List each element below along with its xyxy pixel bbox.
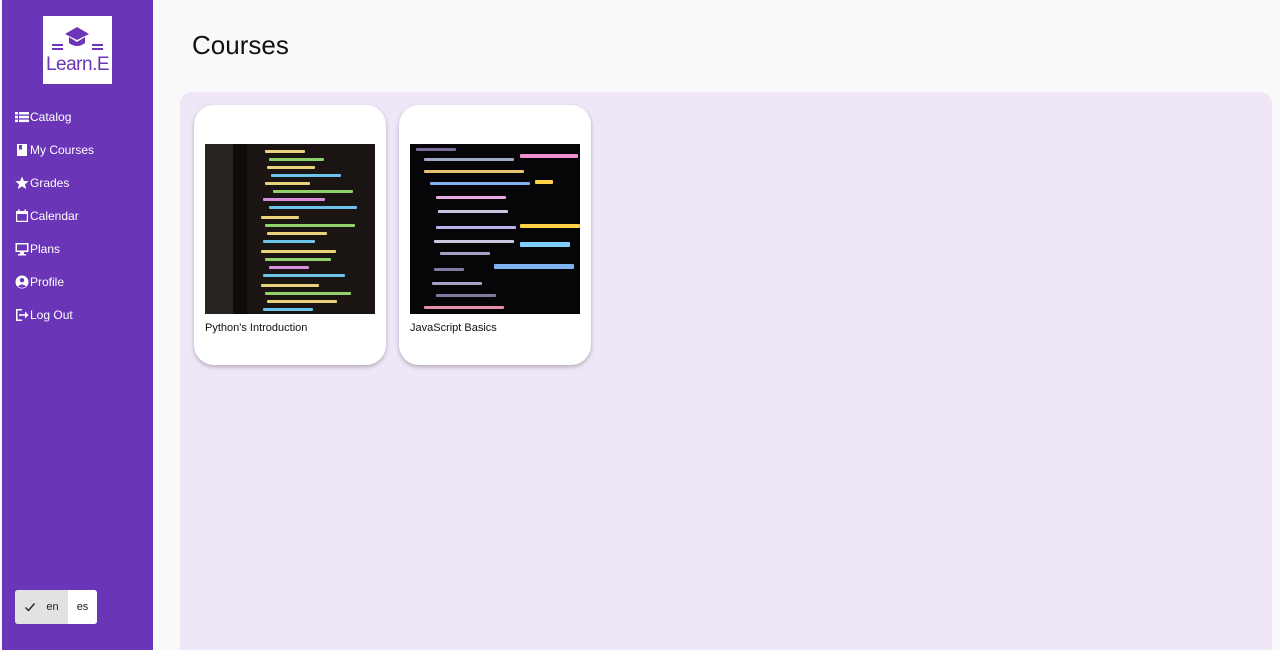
language-option-es[interactable]: es: [68, 590, 97, 624]
logout-icon: [14, 307, 29, 322]
sidebar-item-label: Grades: [30, 175, 70, 190]
language-option-en[interactable]: en: [15, 590, 68, 624]
sidebar-item-profile[interactable]: Profile: [14, 265, 149, 298]
sidebar-item-log-out[interactable]: Log Out: [14, 298, 149, 331]
language-toggle: en es: [15, 590, 97, 624]
monitor-icon: [14, 241, 29, 256]
sidebar-item-catalog[interactable]: Catalog: [14, 100, 149, 133]
book-icon: [14, 142, 29, 157]
course-card[interactable]: JavaScript Basics: [399, 105, 591, 365]
sidebar-item-calendar[interactable]: Calendar: [14, 199, 149, 232]
language-label-en: en: [46, 601, 59, 613]
logo-text: Learn.E: [45, 54, 110, 75]
sidebar-item-label: Catalog: [30, 109, 72, 124]
user-circle-icon: [14, 274, 29, 289]
course-title: JavaScript Basics: [410, 322, 497, 334]
sidebar: Learn.E Catalog My Courses Grades Calend…: [2, 0, 153, 650]
sidebar-item-plans[interactable]: Plans: [14, 232, 149, 265]
sidebar-nav: Catalog My Courses Grades Calendar Plans: [14, 100, 149, 331]
course-card[interactable]: Python's Introduction: [194, 105, 386, 365]
sidebar-item-grades[interactable]: Grades: [14, 166, 149, 199]
sidebar-item-label: My Courses: [30, 142, 95, 157]
course-grid: Python's Introduction JavaScript Basics: [180, 92, 1272, 650]
graduation-cap-icon: [52, 27, 103, 50]
sidebar-item-label: Calendar: [30, 208, 79, 223]
sidebar-item-label: Profile: [30, 274, 65, 289]
logo[interactable]: Learn.E: [43, 16, 112, 84]
sidebar-item-my-courses[interactable]: My Courses: [14, 133, 149, 166]
sidebar-item-label: Log Out: [30, 307, 73, 322]
star-icon: [14, 175, 29, 190]
javascript-code-image: [410, 144, 580, 314]
check-icon: [25, 603, 36, 612]
python-code-image: [205, 144, 375, 314]
list-icon: [14, 109, 29, 124]
course-title: Python's Introduction: [205, 322, 308, 334]
sidebar-item-label: Plans: [30, 241, 61, 256]
calendar-icon: [14, 208, 29, 223]
page-title: Courses: [192, 30, 289, 60]
language-label-es: es: [76, 601, 89, 613]
